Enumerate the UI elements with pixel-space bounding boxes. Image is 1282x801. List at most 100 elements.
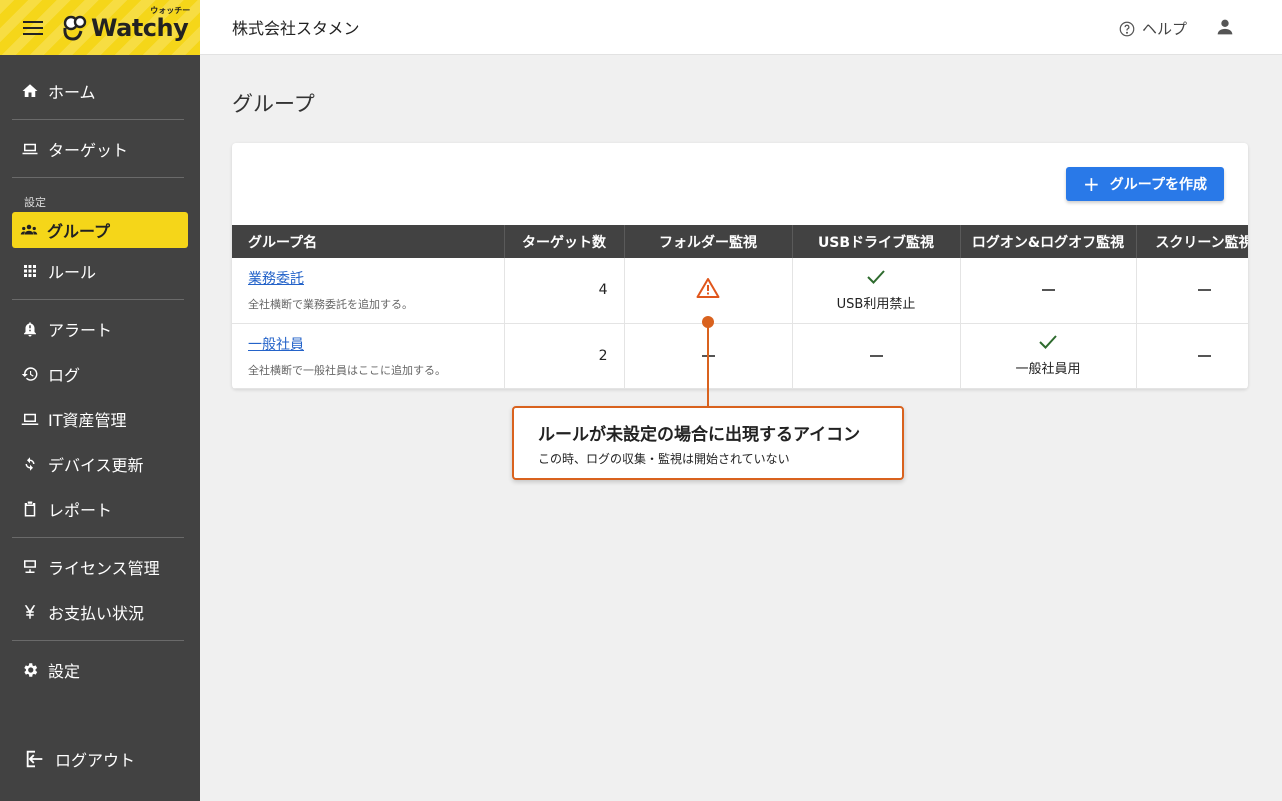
sidebar-item-label: ルール — [48, 262, 97, 282]
sidebar-item-label: IT資産管理 — [48, 410, 127, 430]
check-icon — [793, 269, 960, 289]
bell-alert-icon — [21, 320, 39, 338]
account-icon[interactable] — [1214, 16, 1236, 38]
sidebar-item-group[interactable]: グループ — [12, 212, 188, 248]
sidebar-item-label: アラート — [48, 320, 113, 340]
group-icon — [20, 221, 38, 239]
logon-cell — [960, 258, 1137, 324]
column-header-group-name[interactable]: グループ名 — [232, 225, 505, 258]
create-group-label: グループを作成 — [1109, 177, 1207, 193]
laptop-icon — [21, 410, 39, 428]
sidebar-item-settings[interactable]: 設定 — [0, 647, 200, 692]
divider — [12, 119, 184, 120]
help-label: ヘルプ — [1141, 20, 1187, 38]
plus-icon: + — [1083, 172, 1100, 196]
target-monitor-icon — [21, 140, 39, 158]
column-header-folder[interactable]: フォルダー監視 — [624, 225, 793, 258]
folder-cell — [624, 258, 793, 324]
sidebar-item-log[interactable]: ログ — [0, 351, 200, 396]
callout-box: ルールが未設定の場合に出現するアイコン この時、ログの収集・監視は開始されていな… — [512, 406, 904, 480]
group-name-link[interactable]: 一般社員 — [248, 334, 504, 354]
divider — [12, 537, 184, 538]
logo-kana: ウォッチー — [150, 5, 191, 15]
logo-eyes-icon — [63, 15, 87, 41]
brand-bar: Watchy ウォッチー — [0, 0, 200, 55]
column-header-logon[interactable]: ログオン&ログオフ監視 — [960, 225, 1137, 258]
gear-icon — [21, 661, 39, 679]
group-card: + グループを作成 グループ名 ターゲット数 フォルダー監視 USBドライブ監視… — [232, 143, 1248, 389]
callout-subtitle: この時、ログの収集・監視は開始されていない — [538, 452, 790, 466]
sidebar-item-label: レポート — [48, 500, 113, 520]
menu-icon[interactable] — [23, 20, 43, 35]
top-header: 株式会社スタメン ヘルプ — [200, 0, 1282, 55]
help-icon — [1119, 21, 1135, 36]
rule-label: 一般社員用 — [1015, 362, 1081, 377]
sidebar-item-target[interactable]: ターゲット — [0, 126, 200, 171]
license-icon — [21, 558, 39, 576]
usb-cell: USB利用禁止 — [792, 258, 961, 324]
warning-icon[interactable] — [696, 278, 720, 303]
dash-icon — [1197, 289, 1211, 292]
logout-area: ログアウト — [0, 736, 200, 781]
clipboard-icon — [21, 500, 39, 518]
column-header-usb[interactable]: USBドライブ監視 — [792, 225, 961, 258]
group-name-cell: 一般社員 全社横断で一般社員はここに追加する。 — [232, 323, 505, 389]
divider — [12, 299, 184, 300]
column-header-target-count[interactable]: ターゲット数 — [504, 225, 625, 258]
divider — [12, 640, 184, 641]
sidebar-item-report[interactable]: レポート — [0, 486, 200, 531]
sidebar-item-label: ターゲット — [48, 140, 129, 160]
sidebar-item-label: グループ — [47, 222, 111, 241]
sidebar-item-label: ライセンス管理 — [48, 558, 160, 578]
sidebar-item-rule[interactable]: ルール — [0, 248, 200, 293]
sidebar-item-label: 設定 — [48, 661, 81, 681]
sidebar-item-payment[interactable]: お支払い状況 — [0, 589, 200, 634]
logon-cell: 一般社員用 — [960, 323, 1137, 389]
dash-icon — [869, 354, 883, 357]
table-row: 業務委託 全社横断で業務委託を追加する。 4 USB利用禁止 — [232, 258, 1248, 324]
screen-cell — [1136, 323, 1248, 389]
dash-icon — [1197, 354, 1211, 357]
group-name-link[interactable]: 業務委託 — [248, 268, 504, 288]
grid-icon — [21, 262, 39, 280]
rule-label: USB利用禁止 — [836, 296, 916, 312]
sidebar-item-it-asset[interactable]: IT資産管理 — [0, 396, 200, 441]
sidebar-item-label: お支払い状況 — [48, 603, 145, 623]
target-count: 4 — [504, 258, 625, 324]
callout-connector — [707, 322, 709, 408]
table-header-row: グループ名 ターゲット数 フォルダー監視 USBドライブ監視 ログオン&ログオフ… — [232, 225, 1248, 258]
callout-pointer-dot — [702, 316, 714, 328]
group-description: 全社横断で一般社員はここに追加する。 — [248, 363, 446, 377]
sidebar-item-label: ログ — [48, 365, 81, 385]
logo-text: Watchy — [91, 13, 189, 42]
sidebar-item-device-update[interactable]: デバイス更新 — [0, 441, 200, 486]
sidebar-item-label: デバイス更新 — [48, 455, 144, 475]
help-link[interactable]: ヘルプ — [1118, 18, 1187, 39]
group-description: 全社横断で業務委託を追加する。 — [248, 298, 413, 312]
sidebar-item-home[interactable]: ホーム — [0, 68, 200, 113]
sidebar-item-label: ホーム — [48, 82, 96, 102]
yen-icon — [21, 603, 39, 621]
sidebar-nav: ホーム ターゲット 設定 グループ ルール アラート ログ IT資産管理 デバイ… — [0, 55, 200, 692]
history-icon — [21, 365, 39, 383]
group-name-cell: 業務委託 全社横断で業務委託を追加する。 — [232, 258, 505, 324]
sidebar-item-license[interactable]: ライセンス管理 — [0, 544, 200, 589]
column-header-screen[interactable]: スクリーン監視 — [1136, 225, 1248, 258]
table-row: 一般社員 全社横断で一般社員はここに追加する。 2 一般社員用 — [232, 323, 1248, 389]
group-table: グループ名 ターゲット数 フォルダー監視 USBドライブ監視 ログオン&ログオフ… — [232, 225, 1248, 389]
home-icon — [21, 82, 39, 100]
section-label-settings: 設定 — [24, 196, 46, 209]
sidebar-item-alert[interactable]: アラート — [0, 306, 200, 351]
dash-icon — [1041, 289, 1055, 292]
sidebar: Watchy ウォッチー ホーム ターゲット 設定 グループ ルール アラート — [0, 0, 200, 801]
page-title: グループ — [232, 92, 315, 116]
check-icon — [961, 334, 1136, 354]
watchy-logo[interactable]: Watchy ウォッチー — [59, 6, 190, 43]
logout-button[interactable]: ログアウト — [0, 736, 200, 781]
callout-title: ルールが未設定の場合に出現するアイコン — [538, 425, 861, 445]
logout-icon — [24, 748, 46, 770]
create-group-button[interactable]: + グループを作成 — [1066, 167, 1224, 201]
logout-label: ログアウト — [55, 750, 136, 770]
divider — [12, 177, 184, 178]
usb-cell — [792, 323, 961, 389]
